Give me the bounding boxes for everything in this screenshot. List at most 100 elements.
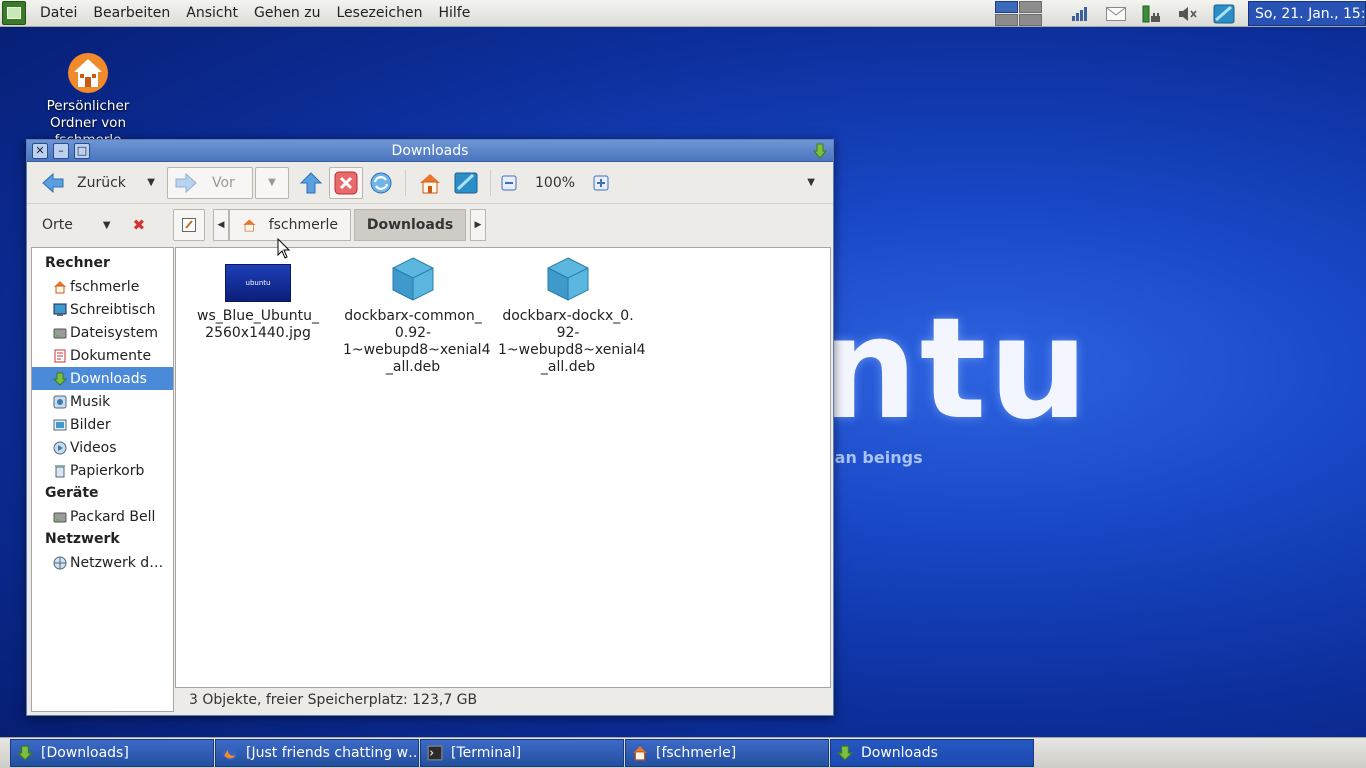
close-sidebar-icon[interactable]: ✖ [133,216,146,234]
workspace-1[interactable] [995,1,1018,13]
edit-location-button[interactable] [173,209,205,241]
sidebar-item-label: Bilder [70,416,111,433]
desktop-icon [53,303,67,316]
arrow-right-icon [175,172,197,193]
network-signal-icon[interactable] [1069,4,1091,24]
sidebar-item-dokumente[interactable]: Dokumente [32,344,173,367]
home-icon [243,219,256,232]
pencil-icon [182,218,196,232]
clock[interactable]: So, 21. Jan., 15:41 [1248,1,1366,26]
sidebar-item-videos[interactable]: Videos [32,436,173,459]
file-item[interactable]: dockbarx-common_ 0.92- 1~webupd8~xenial4… [343,256,490,376]
zoom-in-button[interactable] [589,167,613,199]
taskbar-item-label: [Terminal] [451,745,522,761]
zoom-out-button[interactable] [497,167,521,199]
stop-icon [334,171,358,194]
file-item[interactable]: ubuntu ws_Blue_Ubuntu_ 2560x1440.jpg [188,264,328,342]
sidebar-item-label: Downloads [70,370,147,387]
chevron-down-icon[interactable]: ▼ [147,177,155,188]
breadcrumb-home-label: fschmerle [268,217,338,233]
drive-icon [53,512,67,522]
titlebar[interactable]: ✕ – □ Downloads [27,140,833,162]
places-selector[interactable]: Orte ▼ ✖ [27,216,167,234]
forward-history-dropdown[interactable]: ▼ [255,166,289,199]
back-button[interactable]: Zurück ▼ [35,167,161,199]
breadcrumb-current[interactable]: Downloads [354,209,466,241]
mail-icon[interactable] [1105,4,1127,24]
taskbar-item-label: [Downloads] [41,745,129,761]
sidebar-item-musik[interactable]: Musik [32,390,173,413]
network-icon [53,556,67,569]
menu-ansicht[interactable]: Ansicht [178,5,246,21]
computer-button[interactable] [448,167,484,199]
toolbar-overflow-chevron-icon[interactable]: ▼ [807,177,815,188]
terminal-icon [427,745,443,761]
sidebar-item-downloads[interactable]: Downloads [32,367,173,390]
status-bar: 3 Objekte, freier Speicherplatz: 123,7 G… [189,692,478,708]
taskbar-item[interactable]: [fschmerle] [625,739,829,767]
toolbar-separator [490,169,491,196]
taskbar-item[interactable]: [Just friends chatting w… [215,739,419,767]
menu-datei[interactable]: Datei [32,5,85,21]
toolbar-separator [405,169,406,196]
zoom-out-icon [501,175,517,190]
mouse-cursor-icon [277,238,291,259]
stop-button[interactable] [329,166,363,199]
zoom-in-icon [593,175,609,190]
menu-gehen-zu[interactable]: Gehen zu [246,5,329,21]
sidebar-item-dateisystem[interactable]: Dateisystem [32,321,173,344]
sidebar-heading: Rechner [45,255,110,271]
sidebar-item-bilder[interactable]: Bilder [32,413,173,436]
taskbar: [Downloads] [Just friends chatting w… [Ter… [0,737,1366,768]
forward-button[interactable]: Vor [167,166,253,199]
minimize-window-button[interactable]: – [53,142,69,159]
sidebar-item-papierkorb[interactable]: Papierkorb [32,459,173,482]
trash-icon [55,464,65,477]
sidebar-item-packard-bell[interactable]: Packard Bell [32,505,173,528]
home-folder-icon [66,50,110,94]
workspace-3[interactable] [995,14,1018,26]
sidebar-item-label: Schreibtisch [70,301,156,318]
breadcrumb-scroll-right[interactable]: ▶ [470,209,486,241]
menu-lesezeichen[interactable]: Lesezeichen [328,5,430,21]
wallpaper-brand-text: ntu [818,288,1091,451]
forward-label: Vor [212,174,235,191]
taskbar-item[interactable]: [Downloads] [10,739,214,767]
menu-bearbeiten[interactable]: Bearbeiten [85,5,178,21]
file-view[interactable]: ubuntu ws_Blue_Ubuntu_ 2560x1440.jpg doc… [175,247,831,688]
close-window-button[interactable]: ✕ [32,142,48,159]
sidebar-heading: Geräte [45,485,99,501]
up-button[interactable] [293,167,329,199]
sidebar-item-label: Musik [70,393,111,410]
workspace-2[interactable] [1019,1,1042,13]
file-manager-window: ✕ – □ Downloads Zurück ▼ Vor ▼ 100% ▼ Or… [26,139,834,716]
taskbar-item-label: [fschmerle] [656,745,737,761]
volume-muted-icon[interactable] [1177,4,1199,24]
breadcrumb-scroll-left[interactable]: ◀ [213,209,229,241]
sidebar-item-netzwerk-d[interactable]: Netzwerk d… [32,551,173,574]
workspace-switcher[interactable] [995,1,1042,26]
workspace-4[interactable] [1019,14,1042,26]
menu-hilfe[interactable]: Hilfe [430,5,478,21]
sidebar-item-label: Papierkorb [70,462,145,479]
reload-icon [370,172,392,193]
sidebar-heading: Netzwerk [45,531,120,547]
drive-icon [53,328,67,338]
app-menu-icon[interactable] [2,1,26,25]
sidebar-item-label: fschmerle [70,278,140,295]
home-button[interactable] [412,167,448,199]
computer-icon [454,172,478,193]
reload-button[interactable] [363,167,399,199]
home-icon [420,173,440,193]
zoom-level: 100% [535,174,576,191]
taskbar-item[interactable]: [Terminal] [420,739,624,767]
display-icon[interactable] [1213,4,1235,24]
breadcrumb-home[interactable]: fschmerle [229,209,351,241]
maximize-window-button[interactable]: □ [74,142,90,159]
file-item[interactable]: dockbarx-dockx_0. 92- 1~webupd8~xenial4 … [498,256,645,376]
battery-charging-icon[interactable] [1141,4,1163,24]
sidebar-item-fschmerle[interactable]: fschmerle [32,275,173,298]
taskbar-item[interactable]: Downloads [830,739,1034,767]
sidebar-item-schreibtisch[interactable]: Schreibtisch [32,298,173,321]
toolbar: Zurück ▼ Vor ▼ 100% ▼ [27,162,833,204]
